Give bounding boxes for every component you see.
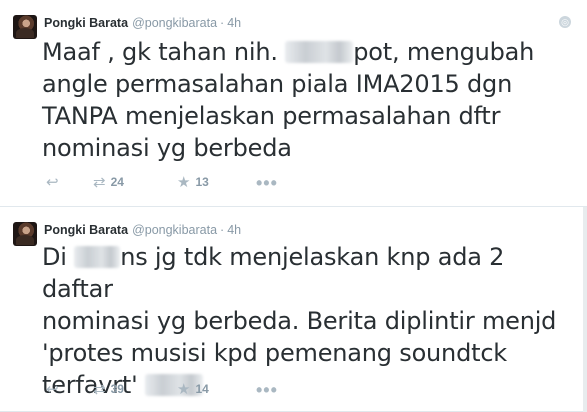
more-icon: ••• <box>256 380 278 400</box>
tweet-header: Pongki Barata @pongkibarata · 4h <box>44 222 241 238</box>
text-segment: Di <box>42 243 75 271</box>
separator: · <box>220 223 225 237</box>
favorite-count: 14 <box>195 382 209 396</box>
separator: · <box>220 16 225 30</box>
tweet-text-line: nominasi yg berbeda. Berita diplintir me… <box>42 307 557 335</box>
more-icon: ••• <box>256 173 278 193</box>
tweet-header: Pongki Barata @pongkibarata · 4h <box>44 15 241 31</box>
globe-icon: ◎ <box>559 16 571 28</box>
scrollbar[interactable] <box>583 207 587 412</box>
tweet-text-line: nominasi yg berbeda <box>42 134 292 162</box>
tweet-text-line: TANPA menjelaskan permasalahan dftr <box>42 102 501 130</box>
tweet-text-line: Maaf , gk tahan nih. pot, mengubah <box>42 36 582 68</box>
retweet-count: 39 <box>110 382 124 396</box>
tweet[interactable]: Pongki Barata @pongkibarata · 4h Di ns jg t… <box>0 207 587 412</box>
user-name[interactable]: Pongki Barata <box>44 223 128 237</box>
tweet-text-line: Di ns jg tdk menjelaskan knp ada 2 dafta… <box>42 241 582 305</box>
text-segment: Maaf , gk tahan nih. <box>42 38 286 66</box>
reply-icon: ↩ <box>46 381 59 398</box>
retweet-icon: ⇄ <box>93 174 106 191</box>
retweet-count: 24 <box>110 175 124 189</box>
favorite-count: 13 <box>195 175 209 189</box>
user-handle[interactable]: @pongkibarata <box>132 16 217 30</box>
avatar[interactable] <box>13 222 37 246</box>
redacted-text <box>285 41 354 63</box>
tweet-text: Di ns jg tdk menjelaskan knp ada 2 dafta… <box>42 241 582 401</box>
retweet-button[interactable]: ⇄ 24 <box>93 173 124 191</box>
avatar[interactable] <box>13 15 37 39</box>
star-icon: ★ <box>177 381 191 398</box>
more-button[interactable]: ••• <box>256 380 278 401</box>
reply-button[interactable]: ↩ <box>46 380 59 398</box>
user-handle[interactable]: @pongkibarata <box>132 223 217 237</box>
favorite-button[interactable]: ★ 14 <box>177 380 209 398</box>
tweet-text-line: 'protes musisi kpd pemenang soundtck <box>42 339 508 367</box>
reply-button[interactable]: ↩ <box>46 173 59 191</box>
tweet-text-line: angle permasalahan piala IMA2015 dgn <box>42 70 513 98</box>
tweet[interactable]: Pongki Barata @pongkibarata · 4h ◎ Maaf , g… <box>0 0 587 207</box>
timestamp[interactable]: 4h <box>227 223 241 237</box>
redacted-text <box>74 246 121 268</box>
tweet-text: Maaf , gk tahan nih. pot, mengubah angle… <box>42 36 582 164</box>
star-icon: ★ <box>177 174 191 191</box>
more-button[interactable]: ••• <box>256 173 278 194</box>
user-name[interactable]: Pongki Barata <box>44 16 128 30</box>
favorite-button[interactable]: ★ 13 <box>177 173 209 191</box>
reply-icon: ↩ <box>46 174 59 191</box>
retweet-button[interactable]: ⇄ 39 <box>93 380 124 398</box>
retweet-icon: ⇄ <box>93 381 106 398</box>
timestamp[interactable]: 4h <box>227 16 241 30</box>
text-segment: pot, mengubah <box>353 38 535 66</box>
